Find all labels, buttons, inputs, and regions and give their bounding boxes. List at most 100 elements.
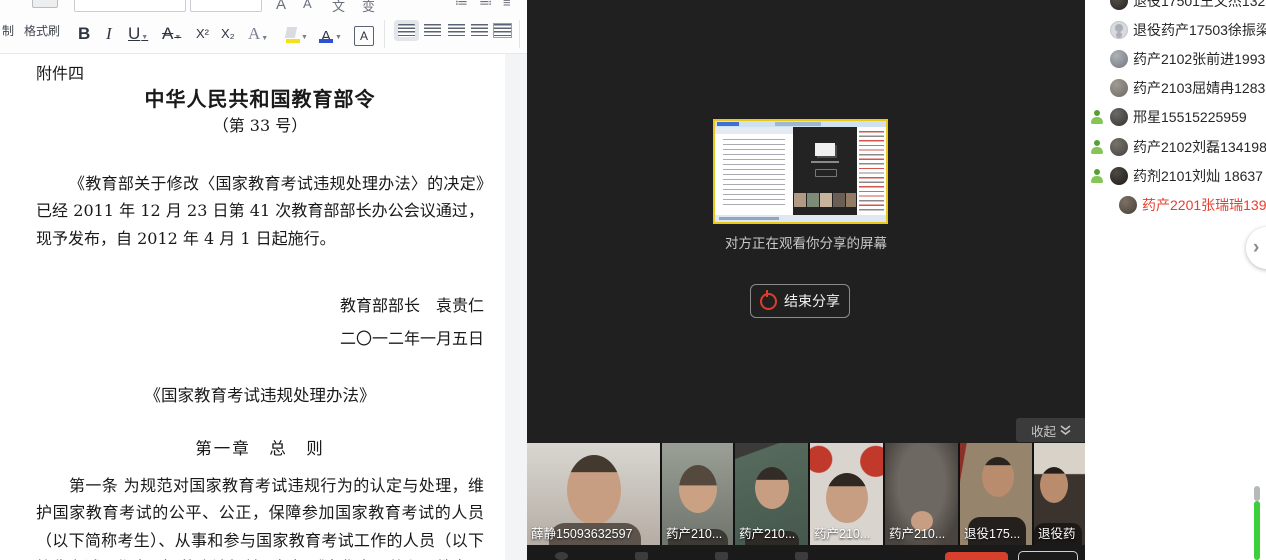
share-preview-thumbnail bbox=[713, 119, 888, 224]
participant-row[interactable]: 药产2201张瑞瑞13939 bbox=[1085, 190, 1266, 219]
clear-format-icon[interactable]: 变 bbox=[362, 0, 375, 15]
superscript-button[interactable]: X² bbox=[194, 20, 211, 46]
participant-avatar bbox=[1110, 108, 1128, 126]
italic-button[interactable]: I bbox=[104, 20, 114, 46]
mini-preview-box bbox=[815, 143, 835, 156]
participant-row[interactable]: 药产2102刘磊134198 bbox=[1085, 132, 1266, 161]
video-participant-label: 药产210... bbox=[739, 523, 795, 542]
scrollbar-thumb[interactable] bbox=[1254, 501, 1260, 560]
participant-row[interactable]: 退役17501王文杰1321 bbox=[1085, 0, 1266, 15]
paste-icon[interactable] bbox=[32, 0, 58, 8]
bullet-list-icon[interactable]: ≔ bbox=[455, 0, 468, 11]
video-tile[interactable]: 药产210... bbox=[810, 443, 883, 545]
voice-person-icon bbox=[1090, 169, 1104, 183]
end-meeting-button-partial[interactable] bbox=[945, 552, 1008, 560]
font-color-icon: A bbox=[318, 24, 334, 46]
video-tile[interactable]: 薛静15093632597 bbox=[527, 443, 660, 545]
mini-video-2 bbox=[807, 193, 819, 207]
mini-doc-text bbox=[723, 139, 785, 209]
double-chevron-down-icon bbox=[1060, 425, 1071, 436]
video-tile[interactable]: 药产210... bbox=[735, 443, 808, 545]
char-border-button[interactable]: A bbox=[352, 20, 376, 46]
members-icon[interactable] bbox=[795, 552, 808, 560]
participant-row[interactable]: 药剂2101刘灿 18637 bbox=[1085, 161, 1266, 190]
participant-name: 药产2201张瑞瑞13939 bbox=[1142, 195, 1266, 215]
document-page: 附件四 中华人民共和国教育部令 （第 33 号） 《教育部关于修改〈国家教育考试… bbox=[0, 54, 505, 560]
voice-person-icon bbox=[1090, 140, 1104, 154]
collapse-label: 收起 bbox=[1031, 421, 1056, 440]
video-strip: 薛静15093632597 药产210... 药产210... 药产210...… bbox=[527, 443, 1085, 545]
shrink-font-icon[interactable]: A bbox=[303, 0, 312, 11]
highlighter-icon bbox=[284, 26, 300, 46]
align-center-button[interactable] bbox=[424, 24, 441, 37]
mini-taskbar-icons bbox=[719, 217, 779, 220]
video-tile[interactable]: 药产210... bbox=[885, 443, 958, 545]
participant-name: 药剂2101刘灿 18637 bbox=[1133, 166, 1263, 186]
participant-row[interactable]: 药产2103屈婧冉12838 bbox=[1085, 74, 1266, 103]
text-effects-button[interactable]: A▼ bbox=[246, 20, 270, 46]
participant-row[interactable]: 药产2102张前进19939 bbox=[1085, 44, 1266, 73]
grow-font-icon[interactable]: A bbox=[276, 0, 286, 13]
participant-avatar bbox=[1110, 138, 1128, 156]
distribute-button[interactable] bbox=[494, 24, 511, 37]
participant-avatar bbox=[1110, 0, 1128, 10]
doc-chapter-heading: 第一章 总 则 bbox=[36, 435, 484, 459]
strikethrough-button[interactable]: A▼ bbox=[160, 20, 183, 46]
video-participant-label: 药产210... bbox=[666, 523, 722, 542]
video-tile[interactable]: 退役药 bbox=[1034, 443, 1085, 545]
align-right-button[interactable] bbox=[448, 24, 465, 37]
doc-sign-date: 二〇一二年一月五日 bbox=[36, 325, 504, 349]
participant-row[interactable]: 退役药产17503徐振梁 bbox=[1085, 15, 1266, 44]
more-button-partial[interactable] bbox=[1018, 551, 1078, 560]
mini-tab-strip bbox=[775, 122, 821, 126]
font-name-combo[interactable] bbox=[74, 0, 186, 12]
end-share-button[interactable]: 结束分享 bbox=[750, 284, 850, 318]
video-participant-label: 药产210... bbox=[814, 523, 870, 542]
mini-video-4 bbox=[833, 193, 845, 207]
align-left-button[interactable] bbox=[398, 24, 415, 37]
doc-paragraph-2: 第一条 为规范对国家教育考试违规行为的认定与处理，维护国家教育考试的公平、公正，… bbox=[36, 472, 484, 560]
mini-video-3 bbox=[820, 193, 832, 207]
indent-icon[interactable]: ≡ bbox=[503, 0, 511, 10]
doc-law-title: 《国家教育考试违规处理办法》 bbox=[36, 382, 484, 406]
collapse-button[interactable]: 收起 bbox=[1016, 418, 1086, 442]
participant-name: 药产2102刘磊134198 bbox=[1133, 137, 1266, 157]
voice-person-icon bbox=[1090, 110, 1104, 124]
mic-icon[interactable] bbox=[555, 552, 568, 560]
participant-name: 退役17501王文杰1321 bbox=[1133, 0, 1266, 11]
participant-name: 邢星15515225959 bbox=[1133, 107, 1247, 127]
power-icon bbox=[760, 293, 777, 310]
video-tile[interactable]: 药产210... bbox=[662, 443, 733, 545]
end-share-label: 结束分享 bbox=[784, 291, 840, 311]
subscript-button[interactable]: X₂ bbox=[219, 20, 237, 46]
mini-video-1 bbox=[794, 193, 806, 207]
share-icon[interactable] bbox=[715, 552, 728, 560]
mini-caption-line bbox=[811, 161, 839, 163]
participant-avatar bbox=[1110, 79, 1128, 97]
format-painter-button[interactable]: 格式刷 bbox=[24, 22, 60, 39]
align-justify-button[interactable] bbox=[471, 24, 488, 37]
change-case-icon[interactable]: 文 bbox=[332, 0, 345, 15]
video-participant-label: 药产210... bbox=[889, 523, 945, 542]
number-list-icon[interactable]: ≕ bbox=[479, 0, 492, 11]
participant-row[interactable]: 邢星15515225959 bbox=[1085, 103, 1266, 132]
video-tile[interactable]: 退役175... bbox=[960, 443, 1032, 545]
video-participant-label: 退役药 bbox=[1038, 523, 1076, 542]
scrollbar-track-cap[interactable] bbox=[1254, 486, 1260, 501]
doc-subtitle: （第 33 号） bbox=[36, 112, 484, 136]
expand-panel-button[interactable]: › bbox=[1246, 227, 1266, 269]
participant-avatar bbox=[1110, 50, 1128, 68]
mini-end-button bbox=[815, 169, 837, 177]
highlight-button[interactable]: ▼ bbox=[282, 20, 310, 46]
video-participant-label: 退役175... bbox=[964, 523, 1020, 542]
participant-name: 药产2102张前进19939 bbox=[1133, 49, 1266, 69]
camera-icon[interactable] bbox=[635, 552, 648, 560]
bold-button[interactable]: B bbox=[76, 20, 92, 46]
participant-avatar bbox=[1119, 196, 1137, 214]
font-color-button[interactable]: A ▼ bbox=[316, 20, 344, 46]
mini-titlebar-buttons bbox=[717, 122, 739, 126]
font-size-combo[interactable] bbox=[190, 0, 262, 12]
participants-list: 药产2101李书瑶1893 药产2101张钰莹13072 退役17501王文杰1… bbox=[1085, 0, 1266, 220]
mini-video-5 bbox=[846, 193, 856, 207]
underline-button[interactable]: U▼ bbox=[126, 20, 150, 46]
